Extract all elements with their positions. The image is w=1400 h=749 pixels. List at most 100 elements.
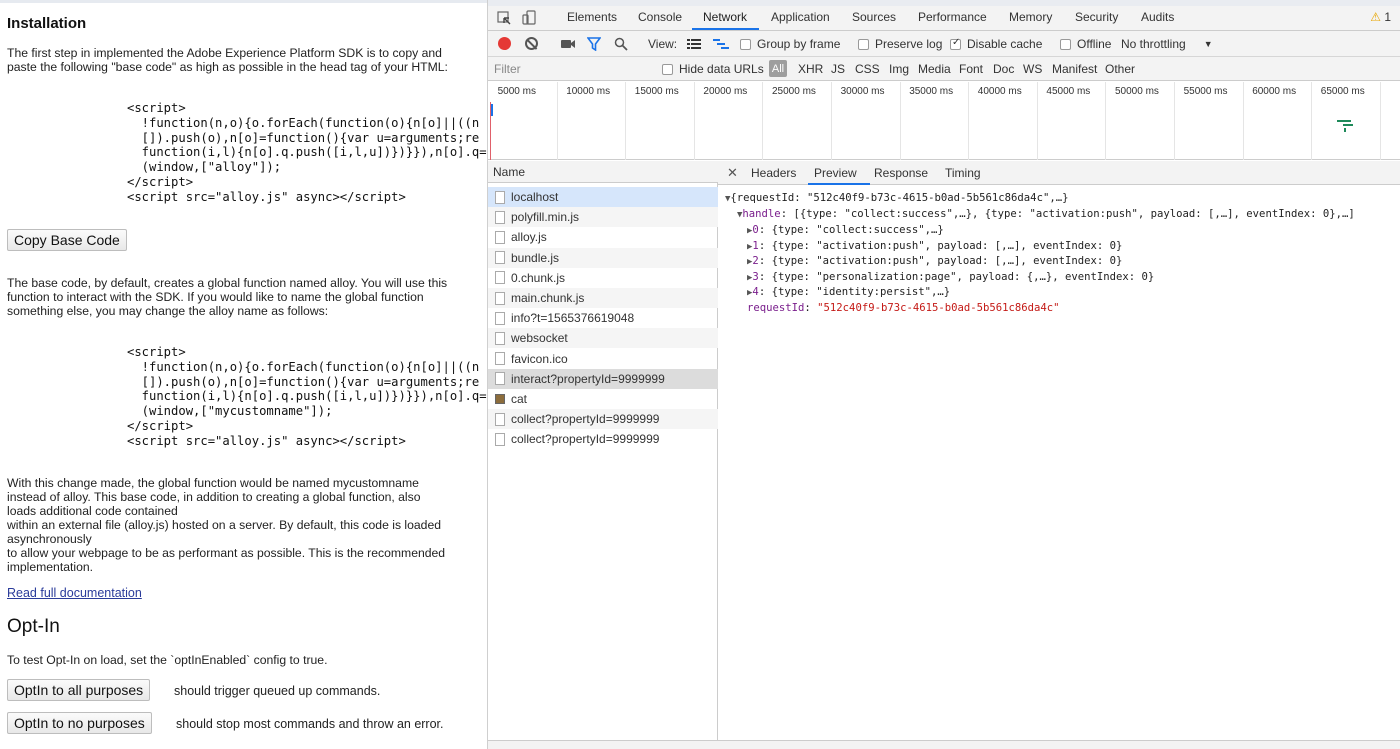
json-array-item[interactable]: ▶0: {type: "collect:success",…} (747, 224, 944, 236)
view-label: View: (648, 37, 678, 51)
optin-none-button[interactable]: OptIn to no purposes (7, 712, 152, 734)
request-row[interactable]: collect?propertyId=9999999 (488, 429, 718, 449)
request-row[interactable]: favicon.ico (488, 349, 718, 369)
hide-data-urls-checkbox[interactable]: Hide data URLs (662, 62, 764, 76)
network-timeline-overview[interactable]: 5000 ms 10000 ms 15000 ms 20000 ms 25000 ms 3… (488, 82, 1400, 160)
filter-ws[interactable]: WS (1023, 62, 1042, 76)
timeline-gridline (1242, 82, 1244, 160)
request-row[interactable]: collect?propertyId=9999999 (488, 409, 718, 430)
filter-js[interactable]: JS (831, 62, 845, 76)
timeline-label: 55000 ms (1183, 86, 1228, 97)
file-icon (495, 331, 505, 345)
json-handle-summary: [{type: "collect:success",…}, {type: "ac… (793, 208, 1355, 220)
disable-cache-checkbox[interactable]: Disable cache (950, 37, 1042, 51)
timeline-label: 20000 ms (703, 86, 748, 97)
json-array-item[interactable]: ▶1: {type: "activation:push", payload: [… (747, 240, 1122, 252)
filter-css[interactable]: CSS (855, 62, 880, 76)
clear-icon[interactable] (525, 37, 538, 50)
detail-tab-bar: ✕ Headers Preview Response Timing (718, 161, 1400, 185)
tab-performance[interactable]: Performance (918, 10, 987, 24)
json-array-item[interactable]: ▶4: {type: "identity:persist",…} (747, 286, 950, 298)
json-index: 2 (752, 255, 759, 268)
search-icon[interactable] (614, 37, 628, 51)
filter-input[interactable]: Filter (494, 62, 521, 76)
large-rows-icon[interactable] (687, 38, 701, 50)
tab-response[interactable]: Response (874, 166, 928, 180)
tab-timing[interactable]: Timing (945, 166, 981, 180)
request-row[interactable]: bundle.js (488, 247, 718, 268)
checkbox-box-checked (950, 37, 961, 50)
read-documentation-link[interactable]: Read full documentation (7, 586, 142, 600)
throttling-value: No throttling (1121, 37, 1186, 51)
filter-media[interactable]: Media (918, 62, 951, 76)
filter-img[interactable]: Img (889, 62, 909, 76)
close-icon[interactable]: ✕ (727, 165, 738, 181)
json-index: 0 (752, 224, 759, 236)
tab-elements[interactable]: Elements (567, 10, 617, 24)
tab-headers[interactable]: Headers (751, 166, 796, 180)
tab-sources[interactable]: Sources (852, 10, 896, 24)
filter-doc[interactable]: Doc (993, 62, 1014, 76)
inspect-element-icon[interactable] (496, 10, 512, 26)
request-row[interactable]: info?t=1565376619048 (488, 308, 718, 328)
json-handle-row[interactable]: ▼handle: [{type: "collect:success",…}, {… (737, 208, 1355, 220)
filter-manifest[interactable]: Manifest (1052, 62, 1097, 76)
json-array-item[interactable]: ▶3: {type: "personalization:page", paylo… (747, 271, 1154, 283)
checkbox-box (1060, 38, 1071, 50)
rename-line: something else, you may change the alloy… (7, 304, 329, 318)
network-status-bar (488, 740, 1400, 749)
request-row[interactable]: polyfill.min.js (488, 207, 718, 228)
checkbox-box (662, 63, 673, 75)
tab-application[interactable]: Application (771, 10, 830, 24)
copy-base-code-button[interactable]: Copy Base Code (7, 229, 127, 251)
group-by-frame-checkbox[interactable]: Group by frame (740, 37, 840, 51)
offline-checkbox[interactable]: Offline (1060, 37, 1111, 51)
json-key: handle (742, 208, 781, 220)
json-item-summary: {type: "activation:push", payload: [,…],… (771, 239, 1123, 252)
json-root-summary: {requestId: "512c40f9-b73c-4615-b0ad-5b5… (730, 192, 1069, 204)
waterfall-overview-icon[interactable] (713, 38, 729, 50)
json-root-row[interactable]: ▼{requestId: "512c40f9-b73c-4615-b0ad-5b… (725, 192, 1068, 204)
timeline-gridline (1174, 82, 1175, 160)
request-row[interactable]: cat (488, 389, 718, 409)
screenshot-camera-icon[interactable] (560, 38, 576, 50)
request-row[interactable]: alloy.js (488, 227, 718, 247)
devtools-tab-bar: Elements Console Network Application Sou… (488, 6, 1400, 31)
request-row[interactable]: main.chunk.js (488, 288, 718, 308)
request-row[interactable]: localhost (488, 187, 718, 207)
name-column-header[interactable]: Name (488, 161, 718, 183)
request-row[interactable]: interact?propertyId=9999999 (488, 368, 718, 389)
change-line: instead of alloy. This base code, in add… (7, 490, 421, 504)
request-name: bundle.js (511, 250, 560, 265)
request-name: collect?propertyId=9999999 (511, 412, 660, 427)
optin-all-button[interactable]: OptIn to all purposes (7, 679, 151, 701)
filter-font[interactable]: Font (959, 62, 983, 76)
timeline-gridline (1311, 82, 1313, 160)
tab-memory[interactable]: Memory (1009, 10, 1052, 24)
tab-security[interactable]: Security (1075, 10, 1118, 24)
filter-all-button[interactable]: All (769, 60, 787, 77)
web-page: Installation The first step in implement… (0, 0, 487, 749)
record-icon[interactable] (498, 37, 511, 50)
devtools-panel: Elements Console Network Application Sou… (487, 0, 1400, 749)
request-row[interactable]: 0.chunk.js (488, 268, 718, 288)
timeline-label: 65000 ms (1320, 86, 1365, 97)
json-array-item[interactable]: ▶2: {type: "activation:push", payload: [… (747, 255, 1122, 267)
intro-paragraph: The first step in implemented the Adobe … (7, 46, 477, 74)
tab-audits[interactable]: Audits (1141, 10, 1174, 24)
filter-bar: Filter Hide data URLs All XHR JS CSS Img… (488, 57, 1400, 81)
filter-xhr[interactable]: XHR (798, 62, 823, 76)
throttling-select[interactable]: No throttling ▼ (1121, 37, 1213, 51)
tab-preview[interactable]: Preview (814, 166, 857, 180)
tab-console[interactable]: Console (638, 10, 682, 24)
request-row[interactable]: websocket (488, 328, 718, 349)
preserve-log-checkbox[interactable]: Preserve log (858, 37, 942, 51)
tab-network[interactable]: Network (703, 10, 747, 24)
warning-indicator[interactable]: ⚠ 1 (1370, 10, 1391, 24)
timeline-gridline (1105, 82, 1107, 160)
filter-funnel-icon[interactable] (587, 37, 601, 51)
filter-other[interactable]: Other (1105, 62, 1135, 76)
request-name: alloy.js (511, 230, 547, 245)
device-toolbar-icon[interactable] (522, 10, 538, 26)
timeline-label: 50000 ms (1115, 86, 1159, 97)
